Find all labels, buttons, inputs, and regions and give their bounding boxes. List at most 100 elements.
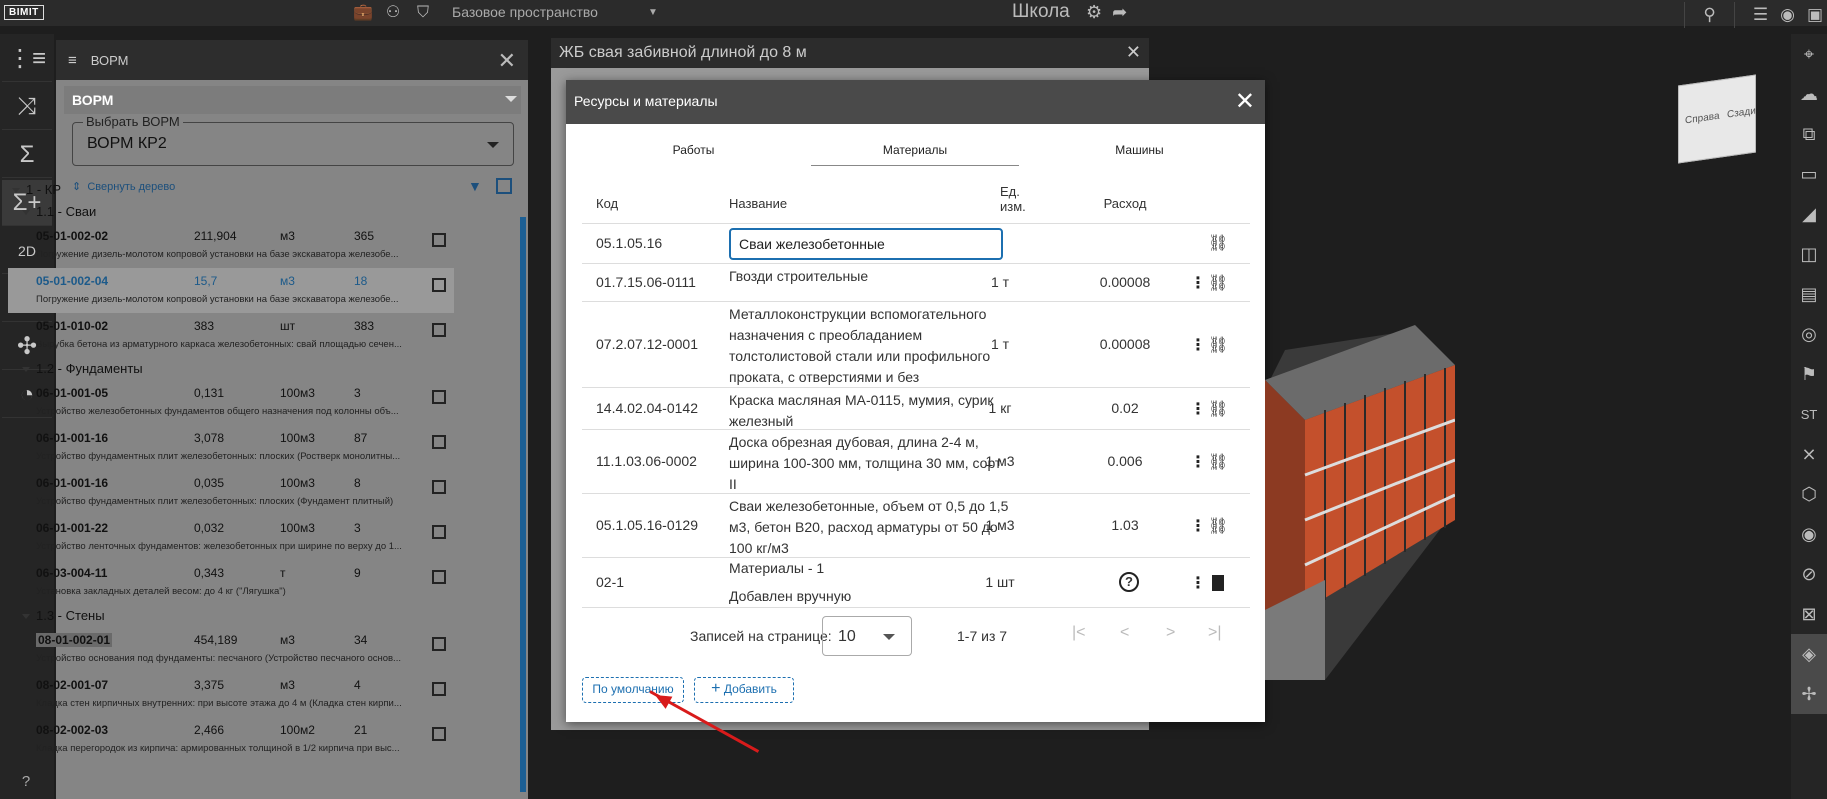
help-icon[interactable]: ? [16,773,36,793]
cube-face-back[interactable]: Сзади [1727,106,1756,121]
flag-icon[interactable]: ⚑ [1791,354,1827,394]
row-code: 01.7.15.06-0111 [596,274,696,290]
link-icon[interactable]: ⛓ [1208,233,1228,253]
view-toggle-icon[interactable] [496,178,512,194]
open-details-icon[interactable] [432,525,446,539]
trash-icon[interactable] [1212,575,1224,591]
section-header[interactable]: ВОРМ [64,86,521,114]
tree-row[interactable]: 06-03-004-11 0,343 т 9 Установка закладных д… [8,560,454,605]
more-vert-icon[interactable]: ⋮ [1190,573,1206,593]
prev-page-icon[interactable]: < [1120,624,1129,642]
sigma-icon[interactable]: Σ [2,132,52,178]
more-vert-icon[interactable]: ⋮ [1190,452,1206,472]
tree-node-group[interactable]: 1.3 - Стены [8,605,454,627]
team-icon[interactable]: ⚇ [382,3,404,23]
row-description: Устройство основания под фундаменты: пес… [36,653,401,664]
vorm-select[interactable]: Выбрать ВОРМ ВОРМ КР2 [72,114,514,166]
view-cube[interactable]: Справа Сзади [1678,74,1756,164]
link-icon[interactable]: ⛓ [1208,399,1228,419]
open-details-icon[interactable] [432,570,446,584]
col-name: Название [729,196,788,211]
more-vert-icon[interactable]: ⋮ [1190,335,1206,355]
open-details-icon[interactable] [432,637,446,651]
open-details-icon[interactable] [432,323,446,337]
close-icon[interactable]: ✕ [498,48,516,74]
eye-icon[interactable]: ◉ [1791,514,1827,554]
page-size-select[interactable]: 10 [822,616,912,656]
material-name-input[interactable] [729,228,1003,260]
tree-row[interactable]: 06-01-001-16 0,035 100м3 8 Устройство фундам… [8,470,454,515]
cube-face-right[interactable]: Справа [1685,111,1720,127]
workspace-select[interactable]: Базовое пространство ▼ [452,4,658,20]
menu-icon[interactable]: ≡ [68,52,77,69]
more-vert-icon[interactable]: ⋮ [1190,399,1206,419]
open-details-icon[interactable] [432,682,446,696]
open-details-icon[interactable] [432,233,446,247]
link-icon[interactable]: ⛓ [1208,335,1228,355]
close-icon[interactable]: ✕ [1235,87,1255,116]
ruler-icon[interactable]: ▭ [1791,154,1827,194]
layout-icon[interactable]: ▤ [1791,274,1827,314]
orbit-icon[interactable]: ✢ [1791,674,1827,714]
target-icon[interactable]: ◎ [1791,314,1827,354]
link-icon[interactable]: ⛓ [1208,273,1228,293]
link-icon[interactable]: ⛓ [1208,452,1228,472]
cloud-upload-icon[interactable]: ☁ [1791,74,1827,114]
tree-row[interactable]: 08-01-002-01 454,189 м3 34 Устройство основа… [8,627,454,672]
add-button[interactable]: + Добавить [694,677,794,703]
tree-row[interactable]: 08-02-001-07 3,375 м3 4 Кладка стен кирпичны… [8,672,454,717]
more-vert-icon[interactable]: ⋮ [1190,273,1206,293]
shield-clock-icon[interactable]: ⛉ [412,3,434,23]
tree-row[interactable]: 05-01-002-02 211,904 м3 365 Погружение дизел… [8,223,454,268]
tree-row[interactable]: 06-01-001-05 0,131 100м3 3 Устройство железо… [8,380,454,425]
tree-row[interactable]: 06-01-001-22 0,032 100м3 3 Устройство ленточ… [8,515,454,560]
share-icon[interactable]: ➦ [1112,2,1127,23]
tree-row[interactable]: 05-01-002-04 15,7 м3 18 Погружение дизель-мо… [8,268,454,313]
briefcase-icon[interactable]: 💼 [352,3,374,23]
row-unit: 1 кг [988,400,1012,416]
tab-materials[interactable]: Материалы [811,142,1019,166]
open-details-icon[interactable] [432,727,446,741]
plane-cut-icon[interactable]: ◢ [1791,194,1827,234]
open-details-icon[interactable] [432,278,446,292]
tab-machines[interactable]: Машины [1028,142,1251,166]
tab-works[interactable]: Работы [582,142,805,166]
eye-off-icon[interactable]: ⊘ [1791,554,1827,594]
notification-icon[interactable]: ◉ [1780,5,1795,25]
tree-node-group[interactable]: 1.2 - Фундаменты [8,358,454,380]
tree-scrollbar[interactable] [520,217,526,792]
gear-icon[interactable]: ⚙ [1086,2,1102,23]
section-box-icon[interactable]: ⧉ [1791,114,1827,154]
split-view-icon[interactable]: ◫ [1791,234,1827,274]
tree-row[interactable]: 06-01-001-16 3,078 100м3 87 Устройство фунда… [8,425,454,470]
tree-node-root[interactable]: 1 - КР [8,179,454,201]
box-view-icon[interactable]: ◈ [1791,634,1827,674]
row-code: 05.1.05.16-0129 [596,517,698,533]
row-rate: 0.02 [1111,400,1139,416]
tree-node-group[interactable]: 1.1 - Сваи [8,201,454,223]
filter-icon[interactable]: ▼ [468,178,482,194]
cube-outline-icon[interactable]: ⬡ [1791,474,1827,514]
more-vert-icon[interactable]: ⋮ [1190,516,1206,536]
next-page-icon[interactable]: > [1166,624,1175,642]
row-code: 14.4.02.04-0142 [596,400,698,416]
open-details-icon[interactable] [432,390,446,404]
first-page-icon[interactable]: |< [1072,624,1086,642]
close-icon[interactable]: ✕ [1126,42,1141,63]
shuffle-icon[interactable]: ⤨ [2,84,52,130]
last-page-icon[interactable]: >| [1208,624,1222,642]
focus-icon[interactable]: ⌖ [1791,34,1827,74]
help-circle-icon[interactable]: ? [1119,572,1139,592]
text-icon[interactable]: ST [1791,394,1827,434]
tree-row[interactable]: 08-02-002-03 2,466 100м2 21 Кладка перегород… [8,717,454,759]
clear-icon[interactable]: ⊠ [1791,594,1827,634]
open-details-icon[interactable] [432,435,446,449]
list-icon[interactable]: ☰ [1753,5,1768,25]
search-icon[interactable]: ⚲ [1703,5,1715,25]
open-details-icon[interactable] [432,480,446,494]
user-icon[interactable]: ▣ [1807,5,1823,25]
link-icon[interactable]: ⛓ [1208,516,1228,536]
tree-row[interactable]: 05-01-010-02 383 шт 383 Вырубка бетона из ар… [8,313,454,358]
grid-icon[interactable]: ⨯ [1791,434,1827,474]
tree-structure-icon[interactable]: ⋮≡ [2,36,52,82]
